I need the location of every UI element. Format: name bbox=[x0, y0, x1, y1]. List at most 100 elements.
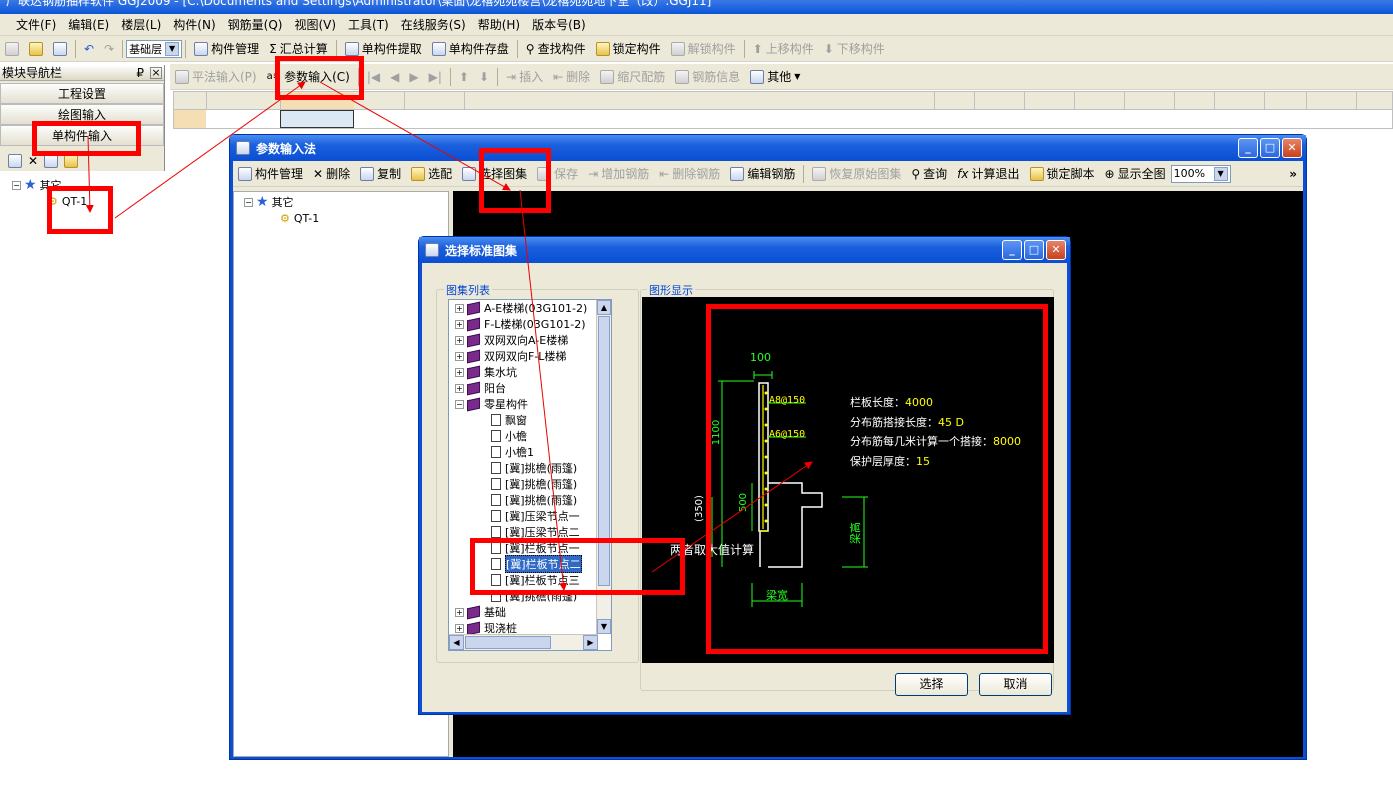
pin-icon[interactable]: ₽ bbox=[136, 66, 144, 80]
zoom-select[interactable]: 100% ▼ bbox=[1170, 164, 1231, 183]
open-file-button[interactable] bbox=[24, 41, 48, 56]
row-down-button[interactable]: ⬇ bbox=[474, 70, 494, 84]
atlas-doc-item[interactable]: [冀]压梁节点一 bbox=[449, 508, 611, 524]
atlas-doc-item[interactable]: 小檐1 bbox=[449, 444, 611, 460]
move-up-button[interactable]: ⬆ 上移构件 bbox=[748, 40, 819, 57]
summary-calc-button[interactable]: Σ 汇总计算 bbox=[264, 40, 333, 57]
floor-select[interactable]: 基础层 ▼ bbox=[126, 39, 183, 58]
expand-icon[interactable]: + bbox=[455, 383, 464, 393]
menu-rebar[interactable]: 钢筋量(Q) bbox=[222, 16, 289, 33]
prev-record-button[interactable]: ◀ bbox=[385, 70, 404, 84]
atlas-book-item[interactable]: + 阳台 bbox=[449, 380, 611, 396]
paste-icon[interactable] bbox=[64, 154, 79, 168]
atlas-doc-item[interactable]: 飘窗 bbox=[449, 412, 611, 428]
param-copy-button[interactable]: 复制 bbox=[355, 165, 406, 182]
atlas-book-item[interactable]: + A-E楼梯(03G101-2) bbox=[449, 300, 611, 316]
lock-script-button[interactable]: 锁定脚本 bbox=[1025, 165, 1100, 182]
param-component-manage-button[interactable]: 构件管理 bbox=[233, 165, 308, 182]
nav-project-settings[interactable]: 工程设置 bbox=[0, 83, 164, 104]
copy-icon[interactable] bbox=[44, 154, 59, 168]
list-horizontal-scrollbar[interactable]: ◀ ▶ bbox=[449, 634, 598, 650]
toolbar-overflow-icon[interactable]: » bbox=[1289, 167, 1297, 181]
menu-help[interactable]: 帮助(H) bbox=[472, 16, 526, 33]
scroll-up-icon[interactable]: ▲ bbox=[597, 300, 611, 315]
close-icon[interactable]: × bbox=[150, 66, 162, 79]
menu-edit[interactable]: 编辑(E) bbox=[62, 16, 115, 33]
minimize-button[interactable]: _ bbox=[1002, 240, 1022, 260]
grid-active-cell[interactable] bbox=[280, 110, 354, 128]
menu-tools[interactable]: 工具(T) bbox=[342, 16, 395, 33]
select-ok-button[interactable]: 选择 bbox=[895, 673, 968, 696]
redo-button[interactable]: ↷ bbox=[99, 42, 119, 56]
delete-button[interactable]: ⇤ 删除 bbox=[548, 68, 595, 85]
insert-button[interactable]: ⇥ 插入 bbox=[501, 68, 548, 85]
rebar-info-button[interactable]: 钢筋信息 bbox=[670, 68, 745, 85]
save-file-button[interactable] bbox=[48, 41, 72, 56]
tree-node-qt1[interactable]: ⚙ QT-1 bbox=[234, 210, 448, 226]
tree-node-other[interactable]: − ★ 其它 bbox=[234, 194, 448, 210]
edit-rebar-button[interactable]: 编辑钢筋 bbox=[725, 165, 800, 182]
calc-exit-button[interactable]: fx 计算退出 bbox=[952, 165, 1024, 182]
atlas-list[interactable]: + A-E楼梯(03G101-2) + F-L楼梯(03G101-2) + 双网双向A-E… bbox=[448, 299, 612, 651]
restore-atlas-button[interactable]: 恢复原始图集 bbox=[807, 165, 906, 182]
row-up-button[interactable]: ⬆ bbox=[454, 70, 474, 84]
save-component-button[interactable]: 单构件存盘 bbox=[427, 40, 514, 57]
atlas-book-item[interactable]: + F-L楼梯(03G101-2) bbox=[449, 316, 611, 332]
delete-rebar-button[interactable]: ⇤ 删除钢筋 bbox=[654, 165, 725, 182]
collapse-icon[interactable]: − bbox=[12, 180, 21, 190]
component-manage-button[interactable]: 构件管理 bbox=[189, 40, 264, 57]
extract-component-button[interactable]: 单构件提取 bbox=[340, 40, 427, 57]
lock-component-button[interactable]: 锁定构件 bbox=[591, 40, 666, 57]
find-component-button[interactable]: ⚲ 查找构件 bbox=[521, 40, 591, 57]
other-menu-button[interactable]: 其他 ▼ bbox=[745, 68, 805, 85]
scale-rebar-button[interactable]: 缩尺配筋 bbox=[595, 68, 670, 85]
delete-icon[interactable]: ✕ bbox=[28, 154, 38, 168]
menu-component[interactable]: 构件(N) bbox=[167, 16, 221, 33]
expand-icon[interactable]: + bbox=[455, 335, 464, 345]
atlas-book-item[interactable]: + 双网双向F-L楼梯 bbox=[449, 348, 611, 364]
scroll-right-icon[interactable]: ▶ bbox=[583, 635, 598, 650]
expand-icon[interactable]: + bbox=[455, 607, 464, 617]
param-select-button[interactable]: 选配 bbox=[406, 165, 457, 182]
scroll-thumb[interactable] bbox=[465, 636, 551, 649]
atlas-book-item[interactable]: + 基础 bbox=[449, 604, 611, 620]
unlock-component-button[interactable]: 解锁构件 bbox=[666, 40, 741, 57]
atlas-book-item[interactable]: + 集水坑 bbox=[449, 364, 611, 380]
menu-view[interactable]: 视图(V) bbox=[288, 16, 342, 33]
flat-input-button[interactable]: 平法输入(P) bbox=[170, 68, 262, 85]
expand-icon[interactable]: + bbox=[455, 623, 464, 633]
expand-icon[interactable]: + bbox=[455, 303, 464, 313]
properties-icon[interactable] bbox=[8, 154, 22, 168]
query-button[interactable]: ⚲ 查询 bbox=[906, 165, 952, 182]
add-rebar-button[interactable]: ⇥ 增加钢筋 bbox=[583, 165, 654, 182]
move-down-button[interactable]: ⬇ 下移构件 bbox=[819, 40, 890, 57]
first-record-button[interactable]: |◀ bbox=[362, 70, 385, 84]
select-cancel-button[interactable]: 取消 bbox=[979, 673, 1052, 696]
last-record-button[interactable]: ▶| bbox=[424, 70, 447, 84]
menu-floor[interactable]: 楼层(L) bbox=[115, 16, 167, 33]
menu-version[interactable]: 版本号(B) bbox=[526, 16, 592, 33]
menu-online[interactable]: 在线服务(S) bbox=[395, 16, 472, 33]
atlas-book-item[interactable]: + 双网双向A-E楼梯 bbox=[449, 332, 611, 348]
collapse-icon[interactable]: − bbox=[244, 197, 253, 207]
atlas-doc-item[interactable]: [冀]挑檐(雨篷) bbox=[449, 460, 611, 476]
close-button[interactable]: ✕ bbox=[1282, 138, 1302, 158]
expand-icon[interactable]: + bbox=[455, 367, 464, 377]
new-file-button[interactable] bbox=[0, 41, 24, 56]
scroll-down-icon[interactable]: ▼ bbox=[597, 619, 611, 634]
atlas-doc-item[interactable]: 小檐 bbox=[449, 428, 611, 444]
atlas-book-item[interactable]: − 零星构件 bbox=[449, 396, 611, 412]
close-button[interactable]: ✕ bbox=[1046, 240, 1066, 260]
show-all-button[interactable]: ⊕ 显示全图 bbox=[1100, 165, 1171, 182]
maximize-button[interactable]: □ bbox=[1260, 138, 1280, 158]
scroll-left-icon[interactable]: ◀ bbox=[449, 635, 464, 650]
collapse-icon[interactable]: − bbox=[455, 399, 464, 409]
atlas-doc-item[interactable]: [冀]挑檐(雨篷) bbox=[449, 492, 611, 508]
expand-icon[interactable]: + bbox=[455, 351, 464, 361]
expand-icon[interactable]: + bbox=[455, 319, 464, 329]
next-record-button[interactable]: ▶ bbox=[404, 70, 423, 84]
maximize-button[interactable]: □ bbox=[1024, 240, 1044, 260]
atlas-doc-item[interactable]: [冀]挑檐(雨篷) bbox=[449, 476, 611, 492]
undo-button[interactable]: ↶ bbox=[79, 42, 99, 56]
menu-file[interactable]: 文件(F) bbox=[10, 16, 62, 33]
